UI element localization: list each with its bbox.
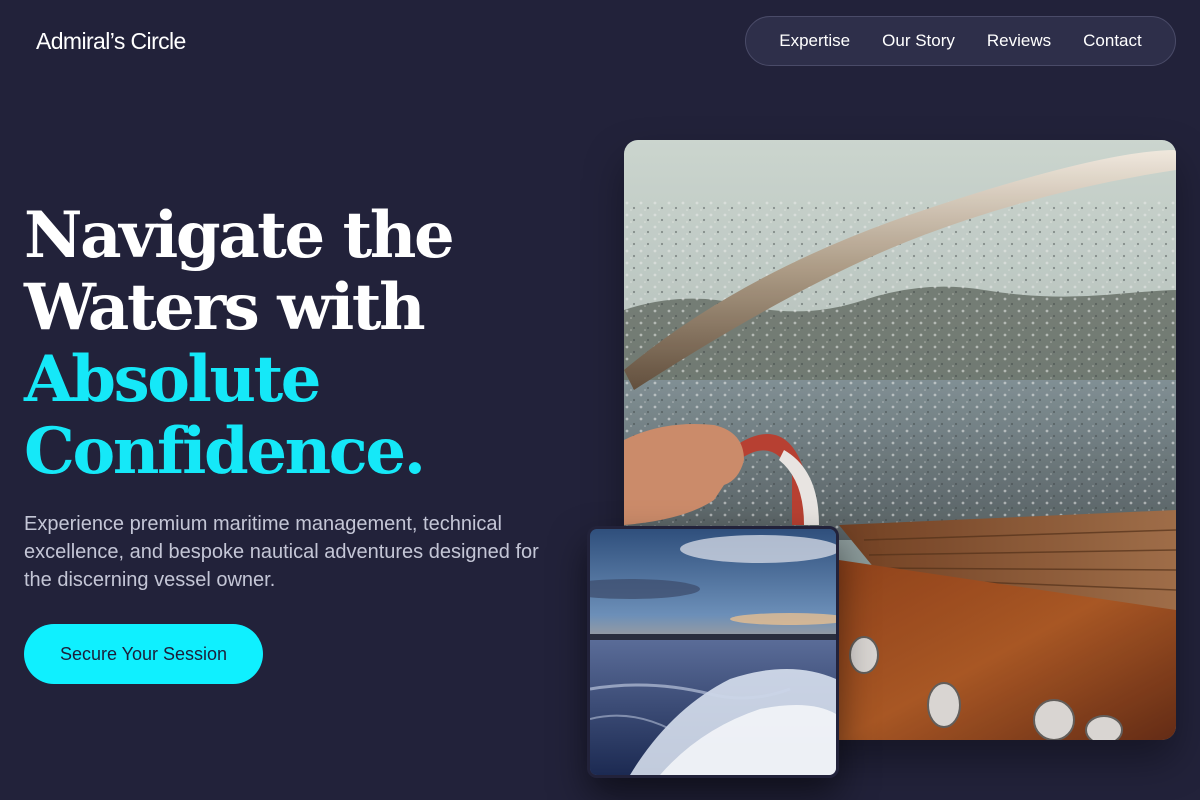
headline-accent-2: Confidence. xyxy=(24,414,426,489)
hero-subtext: Experience premium maritime management, … xyxy=(24,513,539,591)
sunset-wake-photo-art xyxy=(590,529,836,775)
secure-session-button[interactable]: Secure Your Session xyxy=(24,624,263,684)
headline-accent-1: Absolute xyxy=(24,342,321,417)
sunset-wake-photo xyxy=(587,526,839,778)
nav-link-expertise[interactable]: Expertise xyxy=(779,31,850,51)
headline-line-1: Navigate the xyxy=(24,198,455,273)
nav-link-contact[interactable]: Contact xyxy=(1083,31,1142,51)
hero-headline: Navigate the Waters with Absolute Confid… xyxy=(24,198,455,489)
main-nav: Expertise Our Story Reviews Contact xyxy=(745,16,1176,66)
headline-line-2: Waters with xyxy=(24,270,426,345)
nav-link-our-story[interactable]: Our Story xyxy=(882,31,955,51)
nav-link-reviews[interactable]: Reviews xyxy=(987,31,1051,51)
site-logo[interactable]: Admiral’s Circle xyxy=(36,28,186,55)
